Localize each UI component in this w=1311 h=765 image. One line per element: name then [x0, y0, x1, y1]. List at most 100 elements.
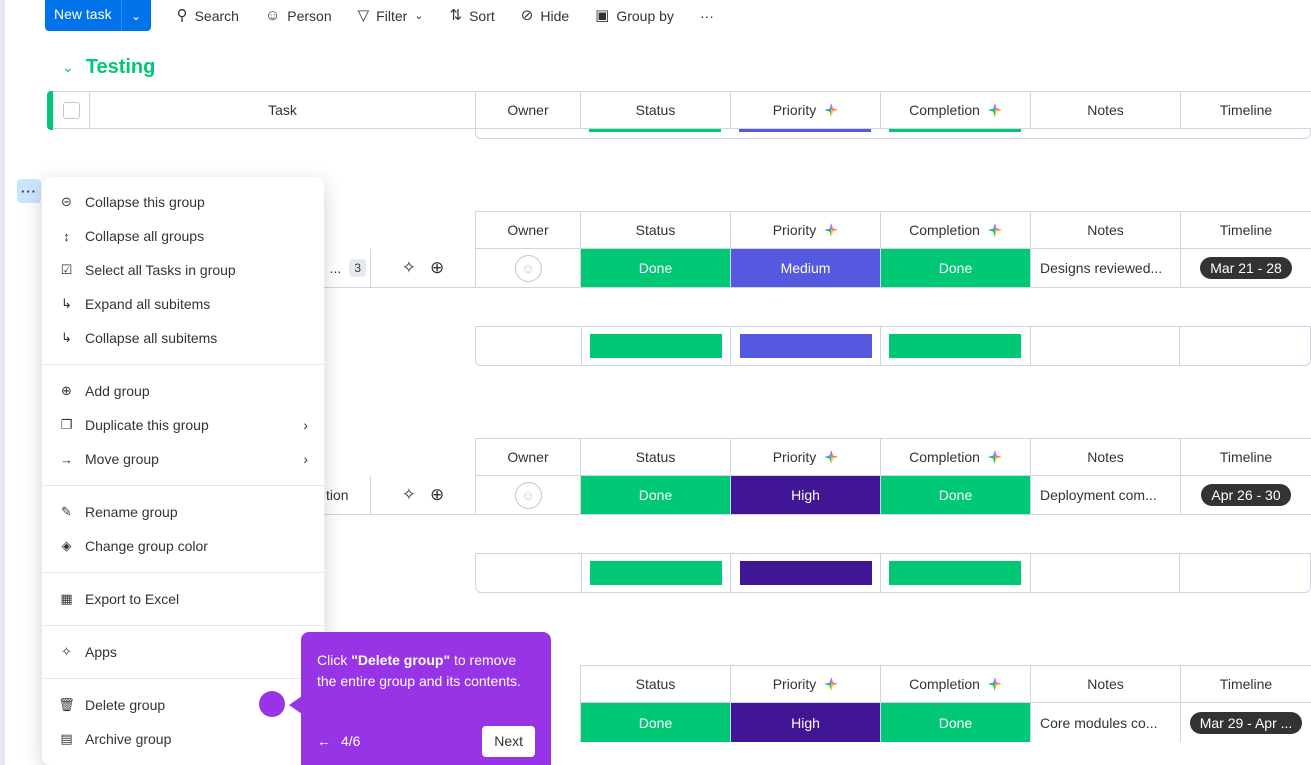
summary-completion[interactable]	[880, 327, 1030, 365]
column-header-status[interactable]: Status	[580, 92, 730, 128]
column-header-timeline[interactable]: Timeline	[1180, 212, 1311, 248]
hide-label: Hide	[540, 7, 570, 24]
summary-status[interactable]	[580, 327, 731, 365]
filter-button[interactable]: ▽ Filter ⌄	[358, 2, 424, 30]
column-header-status[interactable]: Status	[580, 212, 730, 248]
person-button[interactable]: ☺ Person	[265, 2, 332, 30]
column-header-notes[interactable]: Notes	[1030, 212, 1180, 248]
column-header-completion[interactable]: Completion	[880, 666, 1030, 702]
completion-summary-bar	[889, 561, 1022, 585]
summary-priority[interactable]	[730, 554, 880, 592]
column-header-priority[interactable]: Priority	[730, 666, 880, 702]
priority-cell[interactable]: Medium	[730, 249, 880, 287]
notes-cell[interactable]: Core modules co...	[1030, 703, 1180, 742]
group-title[interactable]: Testing	[86, 56, 156, 79]
hide-button[interactable]: ⊘ Hide	[521, 2, 569, 30]
group-menu-button[interactable]: ···	[17, 179, 41, 203]
menu-item-change-group-color[interactable]: ◈ Change group color	[42, 529, 324, 563]
tooltip-next-button[interactable]: Next	[482, 726, 535, 757]
tooltip-back-button[interactable]: ← 4/6	[317, 731, 360, 752]
column-header-priority[interactable]: Priority	[730, 92, 880, 128]
chevron-down-icon[interactable]: ⌄	[120, 0, 151, 31]
column-header-timeline[interactable]: Timeline	[1180, 666, 1311, 702]
column-header-completion[interactable]: Completion	[880, 439, 1030, 475]
group-by-button[interactable]: ▣ Group by	[595, 2, 674, 30]
column-header-priority[interactable]: Priority	[730, 212, 880, 248]
menu-item-apps[interactable]: ✧ Apps	[42, 635, 324, 669]
menu-item-export-to-excel[interactable]: ▦ Export to Excel	[42, 582, 324, 616]
chevron-down-icon[interactable]: ⌄	[62, 59, 74, 76]
ai-sparkle-icon	[824, 223, 839, 237]
table-row[interactable]: tion ✧ ⊕ ☺ Done High Done Deployment com…	[322, 476, 1311, 515]
more-options-button[interactable]: ···	[700, 2, 714, 30]
owner-cell[interactable]: ☺	[475, 249, 580, 287]
timeline-cell[interactable]: Apr 26 - 30	[1180, 476, 1311, 514]
summary-owner	[476, 554, 581, 592]
status-cell[interactable]: Done	[580, 249, 730, 287]
puzzle-icon[interactable]: ✧	[402, 485, 416, 505]
summary-completion[interactable]	[880, 554, 1030, 592]
menu-item-select-all-tasks[interactable]: ☑ Select all Tasks in group	[42, 253, 324, 287]
table-row[interactable]: ... 3 ✧ ⊕ ☺ Done Medium Done Designs rev…	[322, 249, 1311, 288]
menu-item-collapse-all-subitems[interactable]: ↳ Collapse all subitems	[42, 321, 324, 355]
column-header-status[interactable]: Status	[580, 666, 730, 702]
menu-item-expand-all-subitems[interactable]: ↳ Expand all subitems	[42, 287, 324, 321]
group-header[interactable]: ⌄ Testing	[62, 56, 155, 79]
summary-strip-1	[475, 129, 1311, 139]
menu-item-collapse-all-groups[interactable]: ↕ Collapse all groups	[42, 219, 324, 253]
select-all-checkbox-cell[interactable]	[53, 92, 89, 128]
column-header-timeline[interactable]: Timeline	[1180, 439, 1311, 475]
priority-cell[interactable]: High	[730, 703, 880, 742]
task-name-cell[interactable]: tion	[322, 476, 370, 514]
summary-status[interactable]	[580, 554, 731, 592]
column-header-completion[interactable]: Completion	[880, 92, 1030, 128]
column-header-status[interactable]: Status	[580, 439, 730, 475]
completion-cell[interactable]: Done	[880, 703, 1030, 742]
priority-cell[interactable]: High	[730, 476, 880, 514]
column-header-notes[interactable]: Notes	[1030, 439, 1180, 475]
new-task-label: New task	[54, 6, 112, 22]
menu-item-collapse-this-group[interactable]: ⊝ Collapse this group	[42, 185, 324, 219]
menu-item-add-group[interactable]: ⊕ Add group	[42, 374, 324, 408]
column-label: Owner	[507, 449, 549, 465]
column-header-priority[interactable]: Priority	[730, 439, 880, 475]
owner-cell[interactable]: ☺	[475, 476, 580, 514]
menu-item-duplicate-group[interactable]: ❐ Duplicate this group ›	[42, 408, 324, 442]
status-cell[interactable]: Done	[580, 476, 730, 514]
status-cell[interactable]: Done	[580, 703, 730, 742]
sort-button[interactable]: ⇅ Sort	[450, 2, 495, 30]
column-header-owner[interactable]: Owner	[475, 439, 580, 475]
add-update-icon[interactable]: ⊕	[430, 258, 444, 278]
notes-cell[interactable]: Designs reviewed...	[1030, 249, 1180, 287]
column-header-notes[interactable]: Notes	[1030, 92, 1180, 128]
column-header-owner[interactable]: Owner	[475, 92, 580, 128]
column-header-timeline[interactable]: Timeline	[1180, 92, 1311, 128]
menu-item-archive-group[interactable]: ▤ Archive group	[42, 722, 324, 756]
notes-text: Designs reviewed...	[1040, 260, 1163, 276]
task-name[interactable]: tion	[326, 487, 349, 503]
table-row[interactable]: Done High Done Core modules co... Mar 29…	[580, 703, 1311, 742]
search-button[interactable]: ⚲ Search	[177, 2, 239, 30]
column-header-notes[interactable]: Notes	[1030, 666, 1180, 702]
column-header-owner[interactable]: Owner	[475, 212, 580, 248]
notes-cell[interactable]: Deployment com...	[1030, 476, 1180, 514]
task-name-cell[interactable]: ... 3	[322, 249, 370, 287]
timeline-cell[interactable]: Mar 29 - Apr ...	[1180, 703, 1311, 742]
column-header-completion[interactable]: Completion	[880, 212, 1030, 248]
column-header-task[interactable]: Task	[89, 92, 475, 128]
menu-item-move-group[interactable]: → Move group ›	[42, 442, 324, 476]
puzzle-icon[interactable]: ✧	[402, 258, 416, 278]
subitems-count-badge[interactable]: 3	[349, 259, 366, 277]
menu-item-label: Expand all subitems	[85, 296, 211, 312]
completion-cell[interactable]: Done	[880, 249, 1030, 287]
summary-priority[interactable]	[730, 327, 880, 365]
guide-hotspot[interactable]	[259, 691, 285, 717]
completion-cell[interactable]: Done	[880, 476, 1030, 514]
task-name[interactable]: ...	[330, 260, 342, 276]
checkbox-icon[interactable]	[62, 101, 80, 119]
subitems-icon: ↳	[61, 296, 72, 311]
new-task-button[interactable]: New task ⌄	[45, 0, 151, 31]
add-update-icon[interactable]: ⊕	[430, 485, 444, 505]
timeline-cell[interactable]: Mar 21 - 28	[1180, 249, 1311, 287]
menu-item-rename-group[interactable]: ✎ Rename group	[42, 495, 324, 529]
